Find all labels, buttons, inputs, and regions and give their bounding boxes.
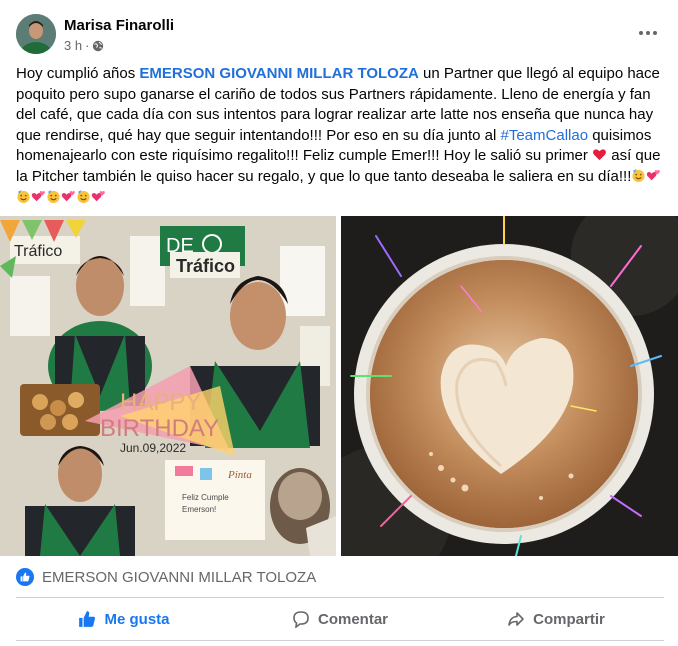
two-hearts-emoji: [61, 190, 75, 201]
meta-separator: ·: [85, 38, 90, 53]
globe-icon[interactable]: [92, 40, 104, 52]
author-avatar[interactable]: [16, 14, 56, 54]
store-sign-trafico-2: Tráfico: [14, 243, 62, 260]
tagged-user-link[interactable]: EMERSON GIOVANNI MILLAR TOLOZA: [139, 65, 418, 82]
two-hearts-emoji: [647, 169, 661, 181]
like-button[interactable]: Me gusta: [16, 599, 232, 639]
feed-post: Marisa Finarolli 3 h · Hoy cumplió años …: [0, 0, 678, 646]
birthday-text: BIRTHDAY: [100, 415, 219, 442]
reaction-summary[interactable]: EMERSON GIOVANNI MILLAR TOLOZA: [16, 568, 316, 586]
share-icon: [508, 612, 524, 626]
party-face-emoji: [17, 189, 30, 203]
heart-emoji: [593, 149, 607, 161]
birthday-collage-photo[interactable]: DE Tráfico Tráfico HAPPY BIRTHDAY Jun.09…: [0, 216, 336, 556]
happy-text: HAPPY: [120, 389, 201, 416]
birthday-date: Jun.09,2022: [120, 441, 186, 455]
card-line-2: Emerson!: [182, 505, 216, 514]
party-face-emoji: [632, 168, 645, 183]
share-button[interactable]: Compartir: [448, 599, 664, 639]
like-icon: [79, 611, 96, 627]
card-brand: Pinta: [227, 469, 252, 481]
post-actions: Me gusta Comentar Compartir: [16, 599, 664, 639]
two-hearts-emoji: [91, 190, 105, 201]
author-name[interactable]: Marisa Finarolli: [64, 17, 174, 34]
two-hearts-emoji: [31, 190, 45, 201]
comment-label: Comentar: [317, 610, 388, 628]
post-meta: 3 h ·: [64, 38, 104, 53]
share-label: Compartir: [533, 610, 605, 628]
divider-bottom: [16, 640, 664, 641]
like-reaction-icon: [16, 568, 34, 586]
like-label: Me gusta: [104, 610, 170, 628]
post-text: Hoy cumplió años EMERSON GIOVANNI MILLAR…: [16, 64, 664, 208]
more-icon: [639, 31, 643, 35]
latte-art-photo[interactable]: [341, 216, 678, 556]
divider-top: [16, 597, 664, 598]
comment-icon: [293, 611, 309, 628]
party-face-emoji: [47, 189, 60, 203]
post-time[interactable]: 3 h: [64, 38, 82, 53]
more-options-button[interactable]: [632, 20, 664, 46]
comment-button[interactable]: Comentar: [232, 599, 448, 639]
store-sign-trafico: Tráfico: [176, 256, 235, 276]
liked-by-text[interactable]: EMERSON GIOVANNI MILLAR TOLOZA: [42, 569, 316, 586]
hashtag-link[interactable]: #TeamCallao: [501, 127, 589, 144]
card-line-1: Feliz Cumple: [182, 493, 229, 502]
party-face-emoji: [77, 189, 90, 203]
